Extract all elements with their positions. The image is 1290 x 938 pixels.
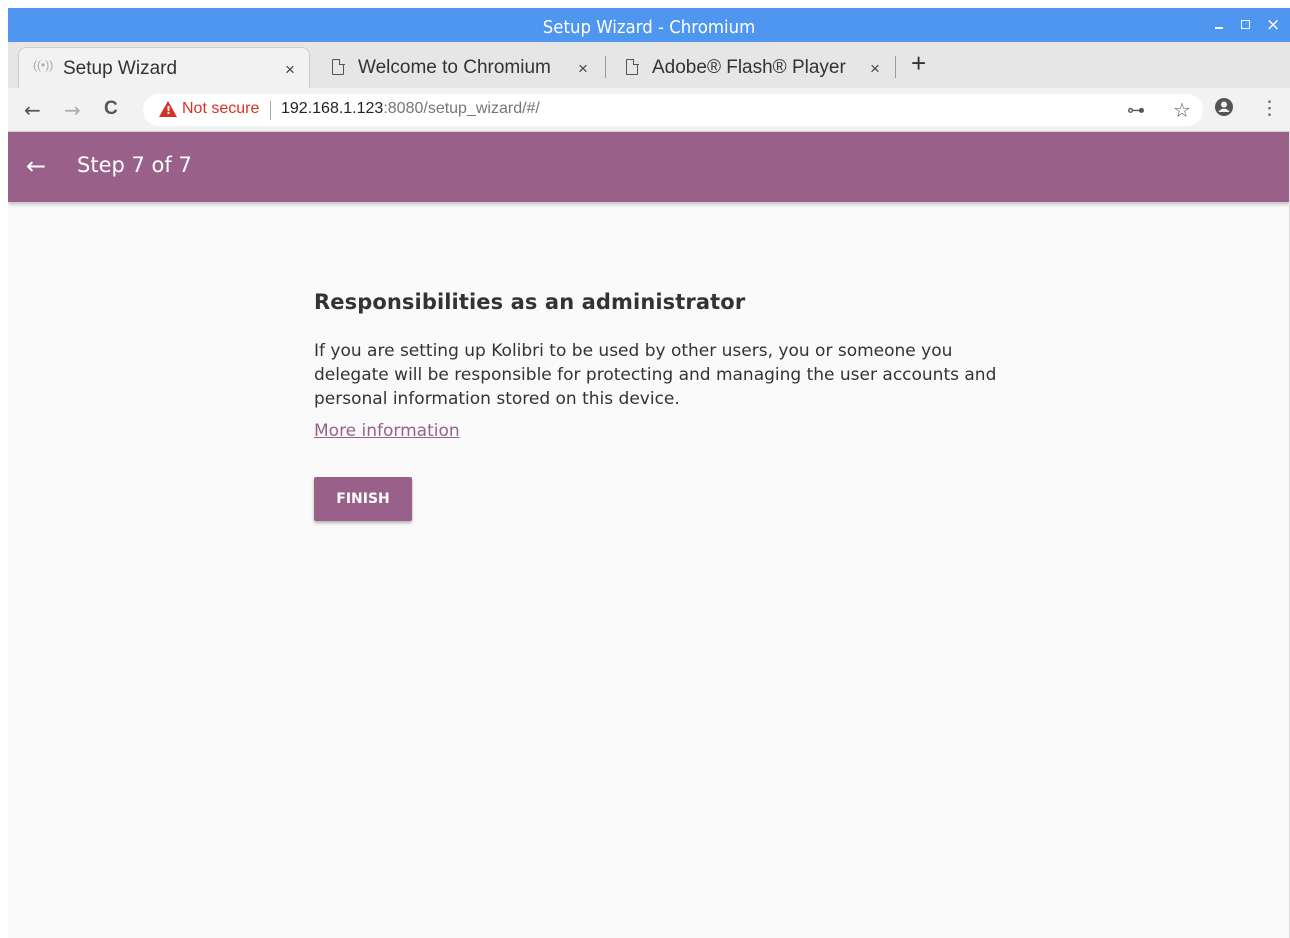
main-content: Responsibilities as an administrator If …	[314, 290, 1014, 441]
bookmark-star-icon[interactable]: ☆	[1173, 98, 1191, 122]
new-tab-button[interactable]: +	[911, 48, 926, 79]
back-arrow-icon[interactable]: ←	[26, 152, 46, 180]
url-host: 192.168.1.123	[281, 100, 384, 117]
address-bar[interactable]: Not secure 192.168.1.123:8080/setup_wiza…	[143, 94, 1203, 126]
tab-divider	[895, 56, 896, 78]
tab-strip: ((•)) Setup Wizard × Welcome to Chromium…	[8, 42, 1290, 88]
maximize-button[interactable]	[1238, 18, 1252, 32]
tab-close-icon[interactable]: ×	[578, 59, 588, 79]
finish-button[interactable]: FINISH	[314, 477, 412, 521]
tab-divider	[605, 56, 606, 78]
loading-icon: ((•))	[33, 58, 54, 72]
tab-close-icon[interactable]: ×	[870, 59, 880, 79]
tab-label: Setup Wizard	[63, 58, 178, 79]
tab-close-icon[interactable]: ×	[285, 60, 295, 80]
close-window-button[interactable]: ×	[1266, 17, 1280, 34]
browser-toolbar: ← → C Not secure 192.168.1.123:8080/setu…	[8, 88, 1290, 132]
page-content: ← Step 7 of 7 Responsibilities as an adm…	[8, 132, 1290, 938]
reload-button[interactable]: C	[104, 98, 118, 120]
browser-window: Setup Wizard - Chromium × ((•)) Setup Wi…	[8, 8, 1290, 938]
tab-welcome-to-chromium[interactable]: Welcome to Chromium ×	[314, 47, 606, 88]
menu-icon[interactable]: ⋮	[1260, 97, 1279, 119]
minimize-button[interactable]	[1212, 18, 1226, 32]
url-divider	[270, 101, 271, 120]
title-bar: Setup Wizard - Chromium ×	[8, 8, 1290, 42]
back-button[interactable]: ←	[24, 98, 41, 122]
tab-adobe-flash-player[interactable]: Adobe® Flash® Player ×	[608, 47, 898, 88]
app-bar: ← Step 7 of 7	[8, 132, 1290, 202]
body-text: If you are setting up Kolibri to be used…	[314, 341, 997, 409]
key-icon[interactable]: ⊶	[1127, 100, 1145, 121]
warning-icon[interactable]	[159, 101, 177, 117]
step-indicator: Step 7 of 7	[77, 153, 192, 177]
page-icon	[332, 58, 345, 75]
tab-label: Adobe® Flash® Player	[652, 57, 846, 78]
page-title: Responsibilities as an administrator	[314, 290, 746, 314]
profile-icon[interactable]	[1214, 97, 1234, 122]
tab-label: Welcome to Chromium	[358, 57, 551, 78]
security-label[interactable]: Not secure	[182, 100, 259, 118]
forward-button[interactable]: →	[64, 98, 81, 122]
tab-setup-wizard[interactable]: ((•)) Setup Wizard ×	[18, 47, 310, 88]
minimize-icon	[1215, 27, 1223, 29]
more-information-link[interactable]: More information	[314, 421, 460, 441]
url-path: :8080/setup_wizard/#/	[383, 100, 540, 117]
page-icon	[626, 58, 639, 75]
maximize-icon	[1240, 20, 1250, 29]
url-text[interactable]: 192.168.1.123:8080/setup_wizard/#/	[281, 100, 540, 118]
